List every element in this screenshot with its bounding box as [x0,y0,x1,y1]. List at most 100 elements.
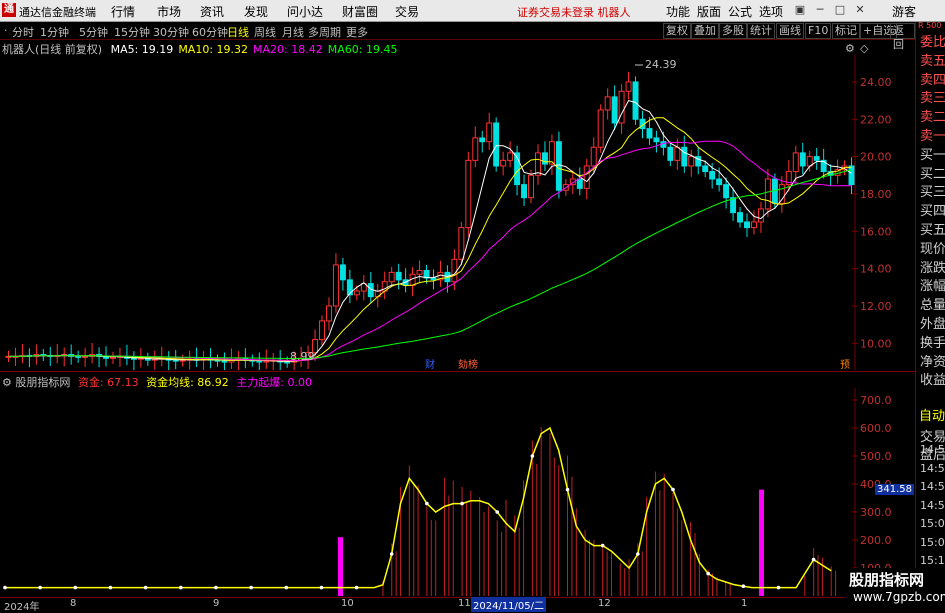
menu-item-market[interactable]: 市场 [157,3,181,20]
period-tab-more[interactable]: 更多 [346,24,368,40]
candle-body [688,156,695,167]
quote-label-9: 买四 [920,204,945,220]
x-label-oct: 10 [341,598,354,609]
fund-avg-point [354,585,359,590]
minimize-icon[interactable]: ─ [812,3,828,17]
watermark-title: 股朋指标网 [849,571,925,589]
watermark-url: www.7gpzb.com [853,590,945,604]
candlestick-chart[interactable]: 24.00 22.00 20.00 18.00 16.00 14.00 12.00 10.00… [0,55,915,370]
close-icon[interactable]: ✕ [852,3,868,17]
candle-body [625,81,632,92]
menu-options[interactable]: 选项 [759,3,783,20]
candle-body [465,159,472,229]
price-label-6: 12.00 [860,300,892,313]
indicator-chart[interactable]: 700.0600.0500.0400.0300.0200.0100.0 [0,388,915,596]
candle-body [681,146,688,167]
draw-line-button[interactable]: 画线 [776,23,804,39]
price-label-2: 20.00 [860,151,892,164]
candle-body [332,264,339,307]
candle-body [82,355,89,358]
candle-body [528,174,535,199]
tick-time-6: 15:11 [920,554,945,567]
menu-item-trade[interactable]: 交易 [395,3,419,20]
period-tab-weekly[interactable]: 周线 [254,24,276,40]
menu-item-news[interactable]: 资讯 [200,3,224,20]
skin-icon[interactable]: ▣ [792,3,808,17]
sub-label-0: 700.0 [860,394,892,407]
tick-time-0: 14:56 [920,443,945,456]
period-tab-intraday[interactable]: 分时 [12,24,34,40]
menu-item-wealth[interactable]: 财富圈 [342,3,378,20]
overlay-button[interactable]: 叠加 [691,23,719,39]
stats-button[interactable]: 统计 [747,23,775,39]
mark-button[interactable]: 标记 [832,23,860,39]
period-tab-monthly[interactable]: 月线 [282,24,304,40]
f10-button[interactable]: F10 [805,23,832,39]
candle-body [472,137,479,161]
burst-bar-1 [759,489,764,596]
candle-body [339,264,346,281]
candle-body [130,357,137,360]
collapse-icon[interactable]: ◇ [860,42,868,55]
fund-avg-point [671,487,675,492]
candle-body [750,221,757,229]
candle-body [388,271,395,283]
menu-item-ask[interactable]: 问小达 [287,3,323,20]
period-toolbar: · 分时 1分钟 5分钟 15分钟 30分钟 60分钟 日线 周线 月线 多周期… [0,22,915,51]
candle-body [353,290,360,296]
candle-body [479,137,486,143]
candle-body [757,208,764,223]
adjust-button[interactable]: 复权 [663,23,691,39]
candle-body [764,178,771,210]
candle-body [319,320,325,341]
high-annotation: 24.39 [645,58,677,71]
period-tab-daily[interactable]: 日线 [227,24,249,40]
menu-item-discover[interactable]: 发现 [244,3,268,20]
price-label-5: 14.00 [860,263,892,276]
fund-avg-point [38,585,42,590]
fund-avg-point [600,543,605,548]
candle-body [604,96,611,111]
period-tab-1min[interactable]: 1分钟 [40,24,69,40]
candle-body [848,165,855,186]
candle-body [395,271,402,281]
period-tab-multi[interactable]: 多周期 [308,24,341,40]
back-button[interactable]: 返回 [890,23,915,51]
period-tab-60min[interactable]: 60分钟 [192,24,228,40]
quote-panel: R 500 委比 卖五 卖四 卖三 卖二 卖一 买一 买二 买三 买四 买五 现价 涨跌 涨幅 总量 外盘 换手… [915,22,945,609]
auto-label[interactable]: 自动 [919,405,945,424]
maximize-icon[interactable]: □ [832,3,848,17]
period-tab-5min[interactable]: 5分钟 [79,24,108,40]
candle-body [611,96,618,124]
menu-bar: 通 通达信金融终端 行情 市场 资讯 发现 问小达 财富圈 交易 证券交易未登录… [0,0,945,22]
candle-body [325,305,332,322]
app-title: 通达信金融终端 [19,6,96,19]
period-tab-15min[interactable]: 15分钟 [114,24,150,40]
login-warning[interactable]: 证券交易未登录 机器人 [517,4,631,20]
candle-body [346,279,353,296]
period-tab-30min[interactable]: 30分钟 [153,24,189,40]
fund-avg-point [425,501,429,506]
candle-body [284,361,291,364]
tick-time-3: 14:57 [920,498,945,512]
guest-login[interactable]: 游客 [892,3,916,20]
value-tag: 341.58 [875,484,914,495]
event-marker-0: 财 [425,358,435,370]
candle-body [597,109,604,148]
candle-body [541,152,548,165]
price-label-1: 22.00 [860,113,892,126]
menu-function[interactable]: 功能 [666,3,690,20]
pane-divider [0,371,915,372]
ma-line-20 [8,140,852,361]
candle-body [75,355,82,358]
panel-corner-label: R 500 [918,21,942,30]
candle-body [667,146,674,161]
menu-item-quotes[interactable]: 行情 [111,3,135,20]
multi-stock-button[interactable]: 多股 [719,23,747,39]
menu-formula[interactable]: 公式 [728,3,752,20]
settings-gear-icon[interactable]: ⚙ [845,42,855,55]
price-label-0: 24.00 [860,76,892,89]
menu-layout[interactable]: 版面 [697,3,721,20]
tick-time-2: 14:56 [920,480,945,493]
x-label-year: 2024年 [4,602,40,613]
